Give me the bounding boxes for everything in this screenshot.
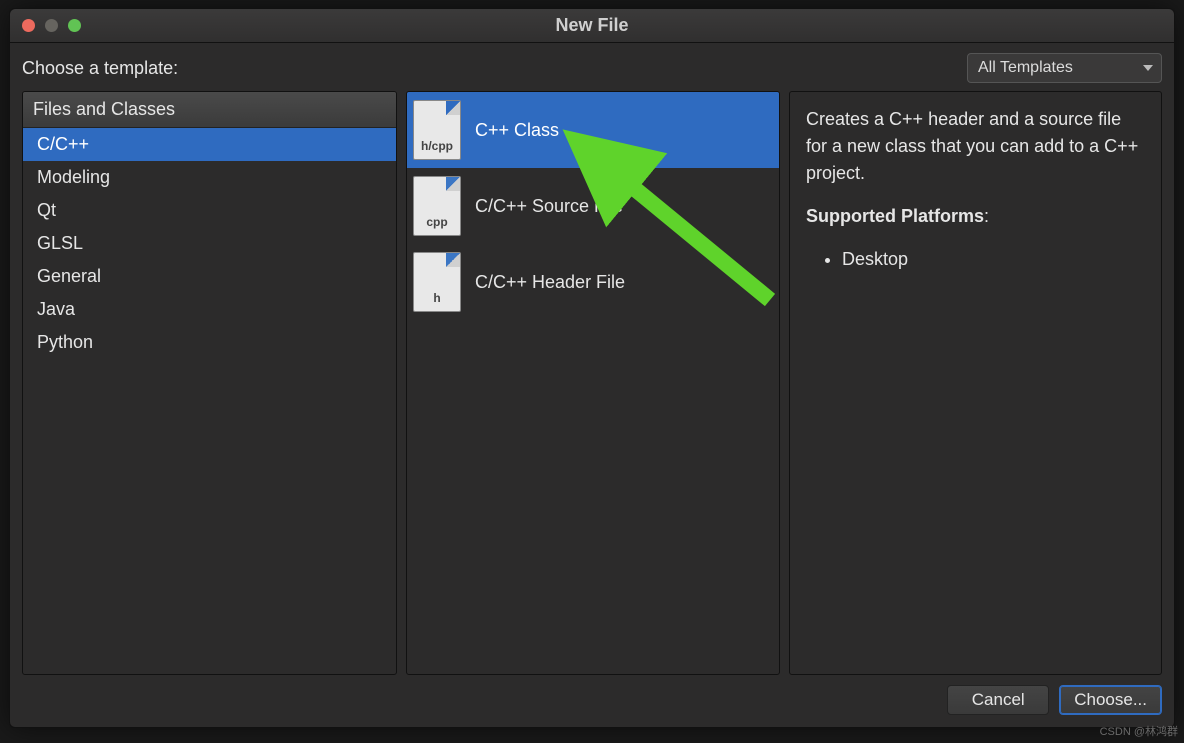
- window-title: New File: [10, 15, 1174, 36]
- category-item[interactable]: General: [23, 260, 396, 293]
- chevron-down-icon: [1143, 65, 1153, 71]
- template-filter-value: All Templates: [978, 59, 1073, 77]
- category-item[interactable]: Java: [23, 293, 396, 326]
- choose-button[interactable]: Choose...: [1059, 685, 1162, 715]
- columns: Files and Classes C/C++ModelingQtGLSLGen…: [10, 91, 1174, 675]
- supported-platforms-heading: Supported Platforms: [806, 206, 984, 226]
- template-item[interactable]: h/cpp C++ Class: [407, 92, 779, 168]
- category-item[interactable]: C/C++: [23, 128, 396, 161]
- file-icon: h/cpp: [413, 100, 461, 160]
- watermark: CSDN @林鸿群: [1100, 723, 1178, 739]
- template-list: h/cpp C++ Class cpp C/C++ Source File h C/C++…: [406, 91, 780, 675]
- category-header: Files and Classes: [23, 92, 396, 128]
- file-icon: cpp: [413, 176, 461, 236]
- category-item[interactable]: Modeling: [23, 161, 396, 194]
- description-pane: Creates a C++ header and a source file f…: [789, 91, 1162, 675]
- choose-template-label: Choose a template:: [22, 58, 178, 79]
- template-item[interactable]: h C/C++ Header File: [407, 244, 779, 320]
- category-list: Files and Classes C/C++ModelingQtGLSLGen…: [22, 91, 397, 675]
- category-item[interactable]: GLSL: [23, 227, 396, 260]
- template-filter-combo[interactable]: All Templates: [967, 53, 1162, 83]
- template-item-label: C++ Class: [475, 120, 559, 141]
- platforms-list: Desktop: [842, 246, 1145, 273]
- cancel-button[interactable]: Cancel: [947, 685, 1049, 715]
- category-item[interactable]: Python: [23, 326, 396, 359]
- template-item[interactable]: cpp C/C++ Source File: [407, 168, 779, 244]
- template-description: Creates a C++ header and a source file f…: [806, 106, 1145, 187]
- template-item-label: C/C++ Header File: [475, 272, 625, 293]
- topbar: Choose a template: All Templates: [10, 43, 1174, 91]
- category-item[interactable]: Qt: [23, 194, 396, 227]
- footer: Cancel Choose...: [10, 675, 1174, 727]
- file-icon: h: [413, 252, 461, 312]
- template-item-label: C/C++ Source File: [475, 196, 623, 217]
- platform-item: Desktop: [842, 246, 1145, 273]
- titlebar: New File: [10, 9, 1174, 43]
- new-file-dialog: New File Choose a template: All Template…: [9, 8, 1175, 728]
